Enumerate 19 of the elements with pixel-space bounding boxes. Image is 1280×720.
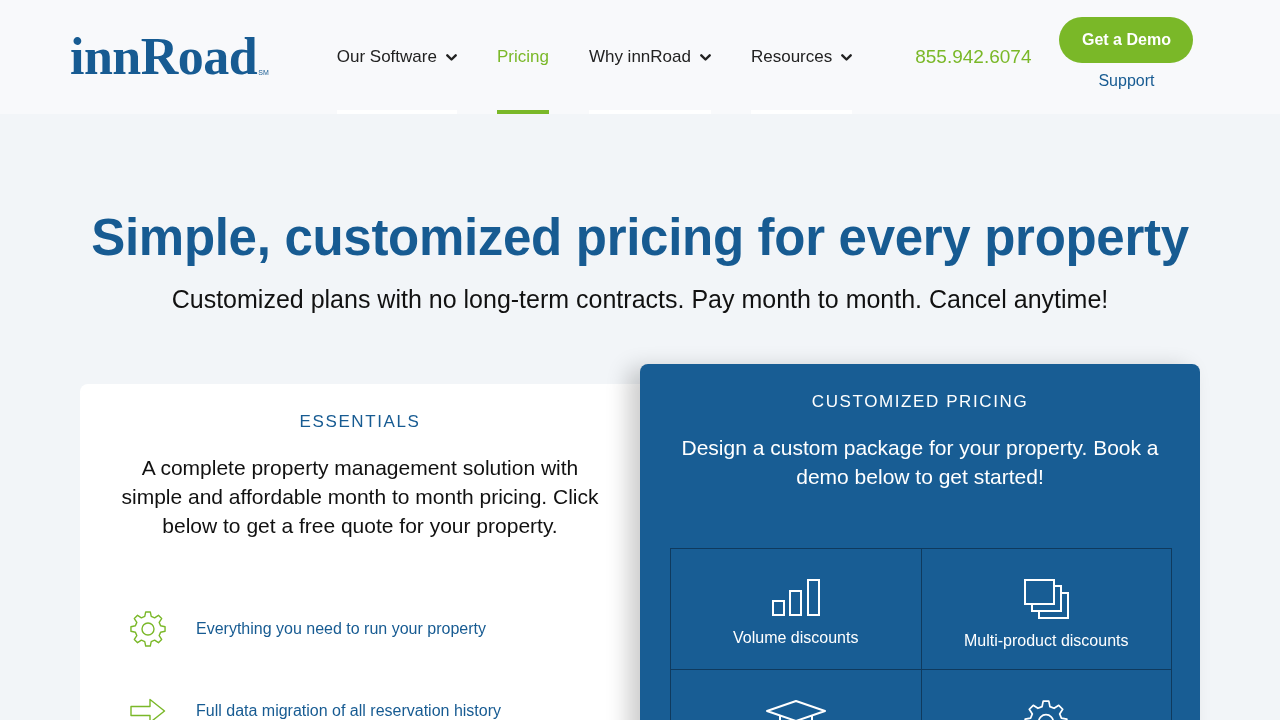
- page-title: Simple, customized pricing for every property: [90, 208, 1190, 268]
- support-link[interactable]: Support: [1098, 71, 1155, 91]
- arrow-right-icon: [130, 698, 166, 720]
- card-title: CUSTOMIZED PRICING: [810, 392, 1030, 412]
- nav-link[interactable]: Our Software: [336, 0, 457, 114]
- gear-icon: [130, 611, 166, 647]
- logo-wordmark[interactable]: innRoad: [70, 33, 258, 81]
- benefit-label: Multi-product discounts: [964, 631, 1129, 651]
- feature-text: Full data migration of all reservation history: [196, 702, 502, 720]
- page-subtitle: Customized plans with no long-term contracts. Pay month to month. Cancel anytime!: [170, 284, 1110, 314]
- feature-text: Everything you need to run your property: [196, 620, 486, 638]
- card-title: ESSENTIALS: [298, 412, 422, 432]
- card-description: Design a custom package for your property. Book a demo below to get started!: [680, 435, 1160, 490]
- bar-chart-icon: [771, 579, 820, 616]
- nav-link[interactable]: Resources: [750, 0, 853, 114]
- benefit-label: Volume discounts: [733, 628, 859, 648]
- nav-link[interactable]: Why innRoad: [588, 0, 711, 114]
- stacked-squares-icon: [1023, 579, 1069, 619]
- card-description: A complete property management solution with simple and affordable month to month pricing. Click below to get a free quote for your property.: [120, 455, 600, 539]
